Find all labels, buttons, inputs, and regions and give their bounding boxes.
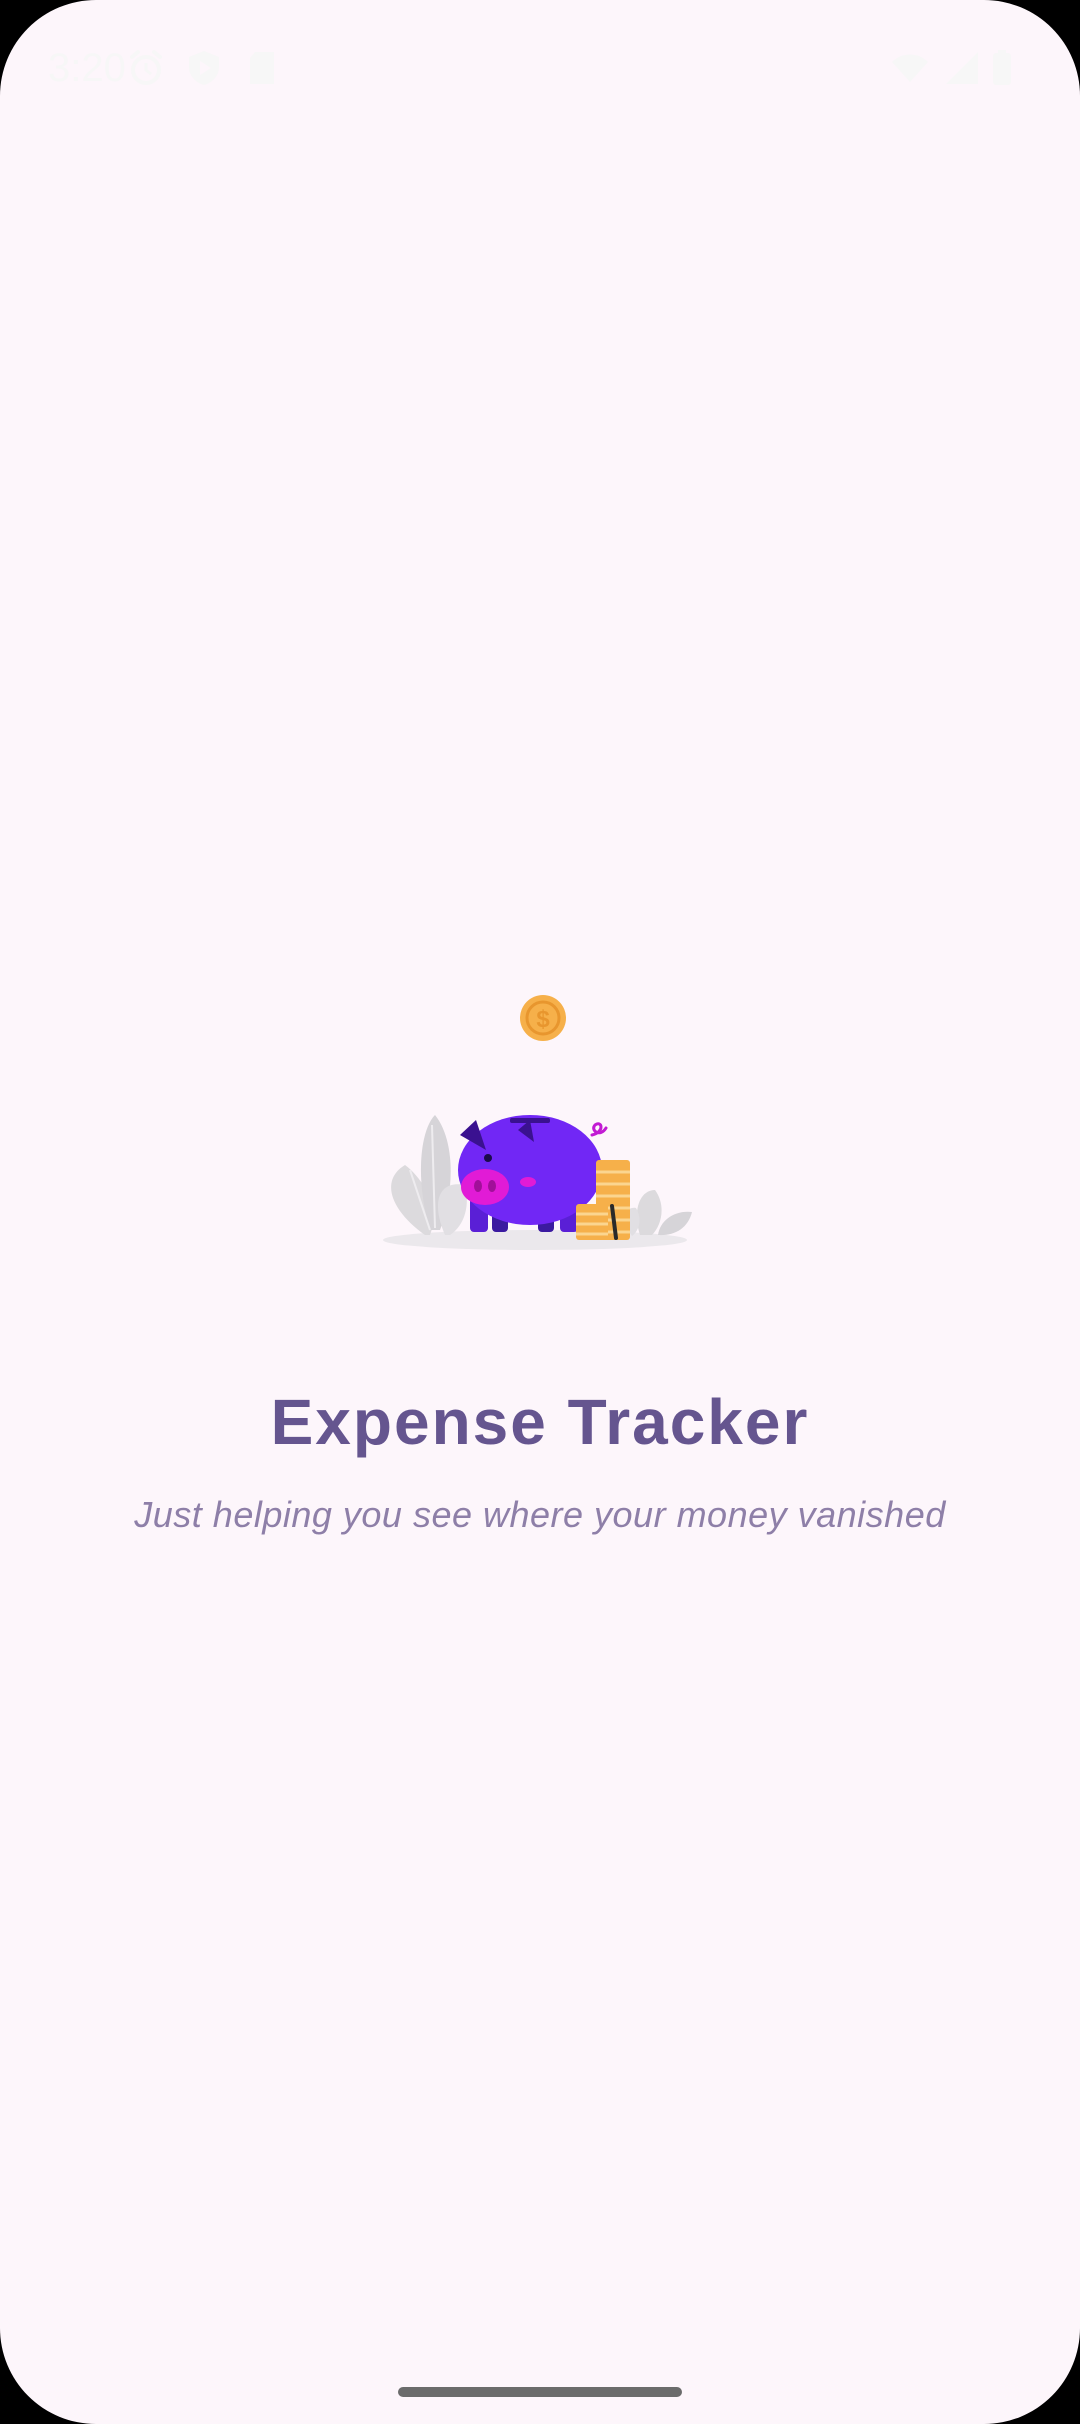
status-time: 3:20 [48,46,126,90]
plant-icon [625,1190,692,1236]
battery-icon [993,50,1011,85]
alarm-icon [130,50,162,85]
app-title: Expense Tracker [270,1386,810,1458]
sd-card-icon [250,52,274,84]
splash-screen: 3:20 $ Expense Tracker Just helping you … [0,0,1080,2424]
piggy-bank-illustration: $ [383,995,692,1250]
falling-coin-icon: $ [520,995,566,1041]
leaf-icon [391,1115,467,1235]
shield-play-icon [189,51,219,85]
wifi-icon [892,54,928,82]
status-bar: 3:20 [0,38,1080,98]
svg-text:$: $ [536,1006,550,1033]
app-tagline: Just helping you see where your money va… [134,1494,946,1535]
cellular-signal-icon [946,52,978,84]
home-gesture-bar[interactable] [398,2387,682,2397]
